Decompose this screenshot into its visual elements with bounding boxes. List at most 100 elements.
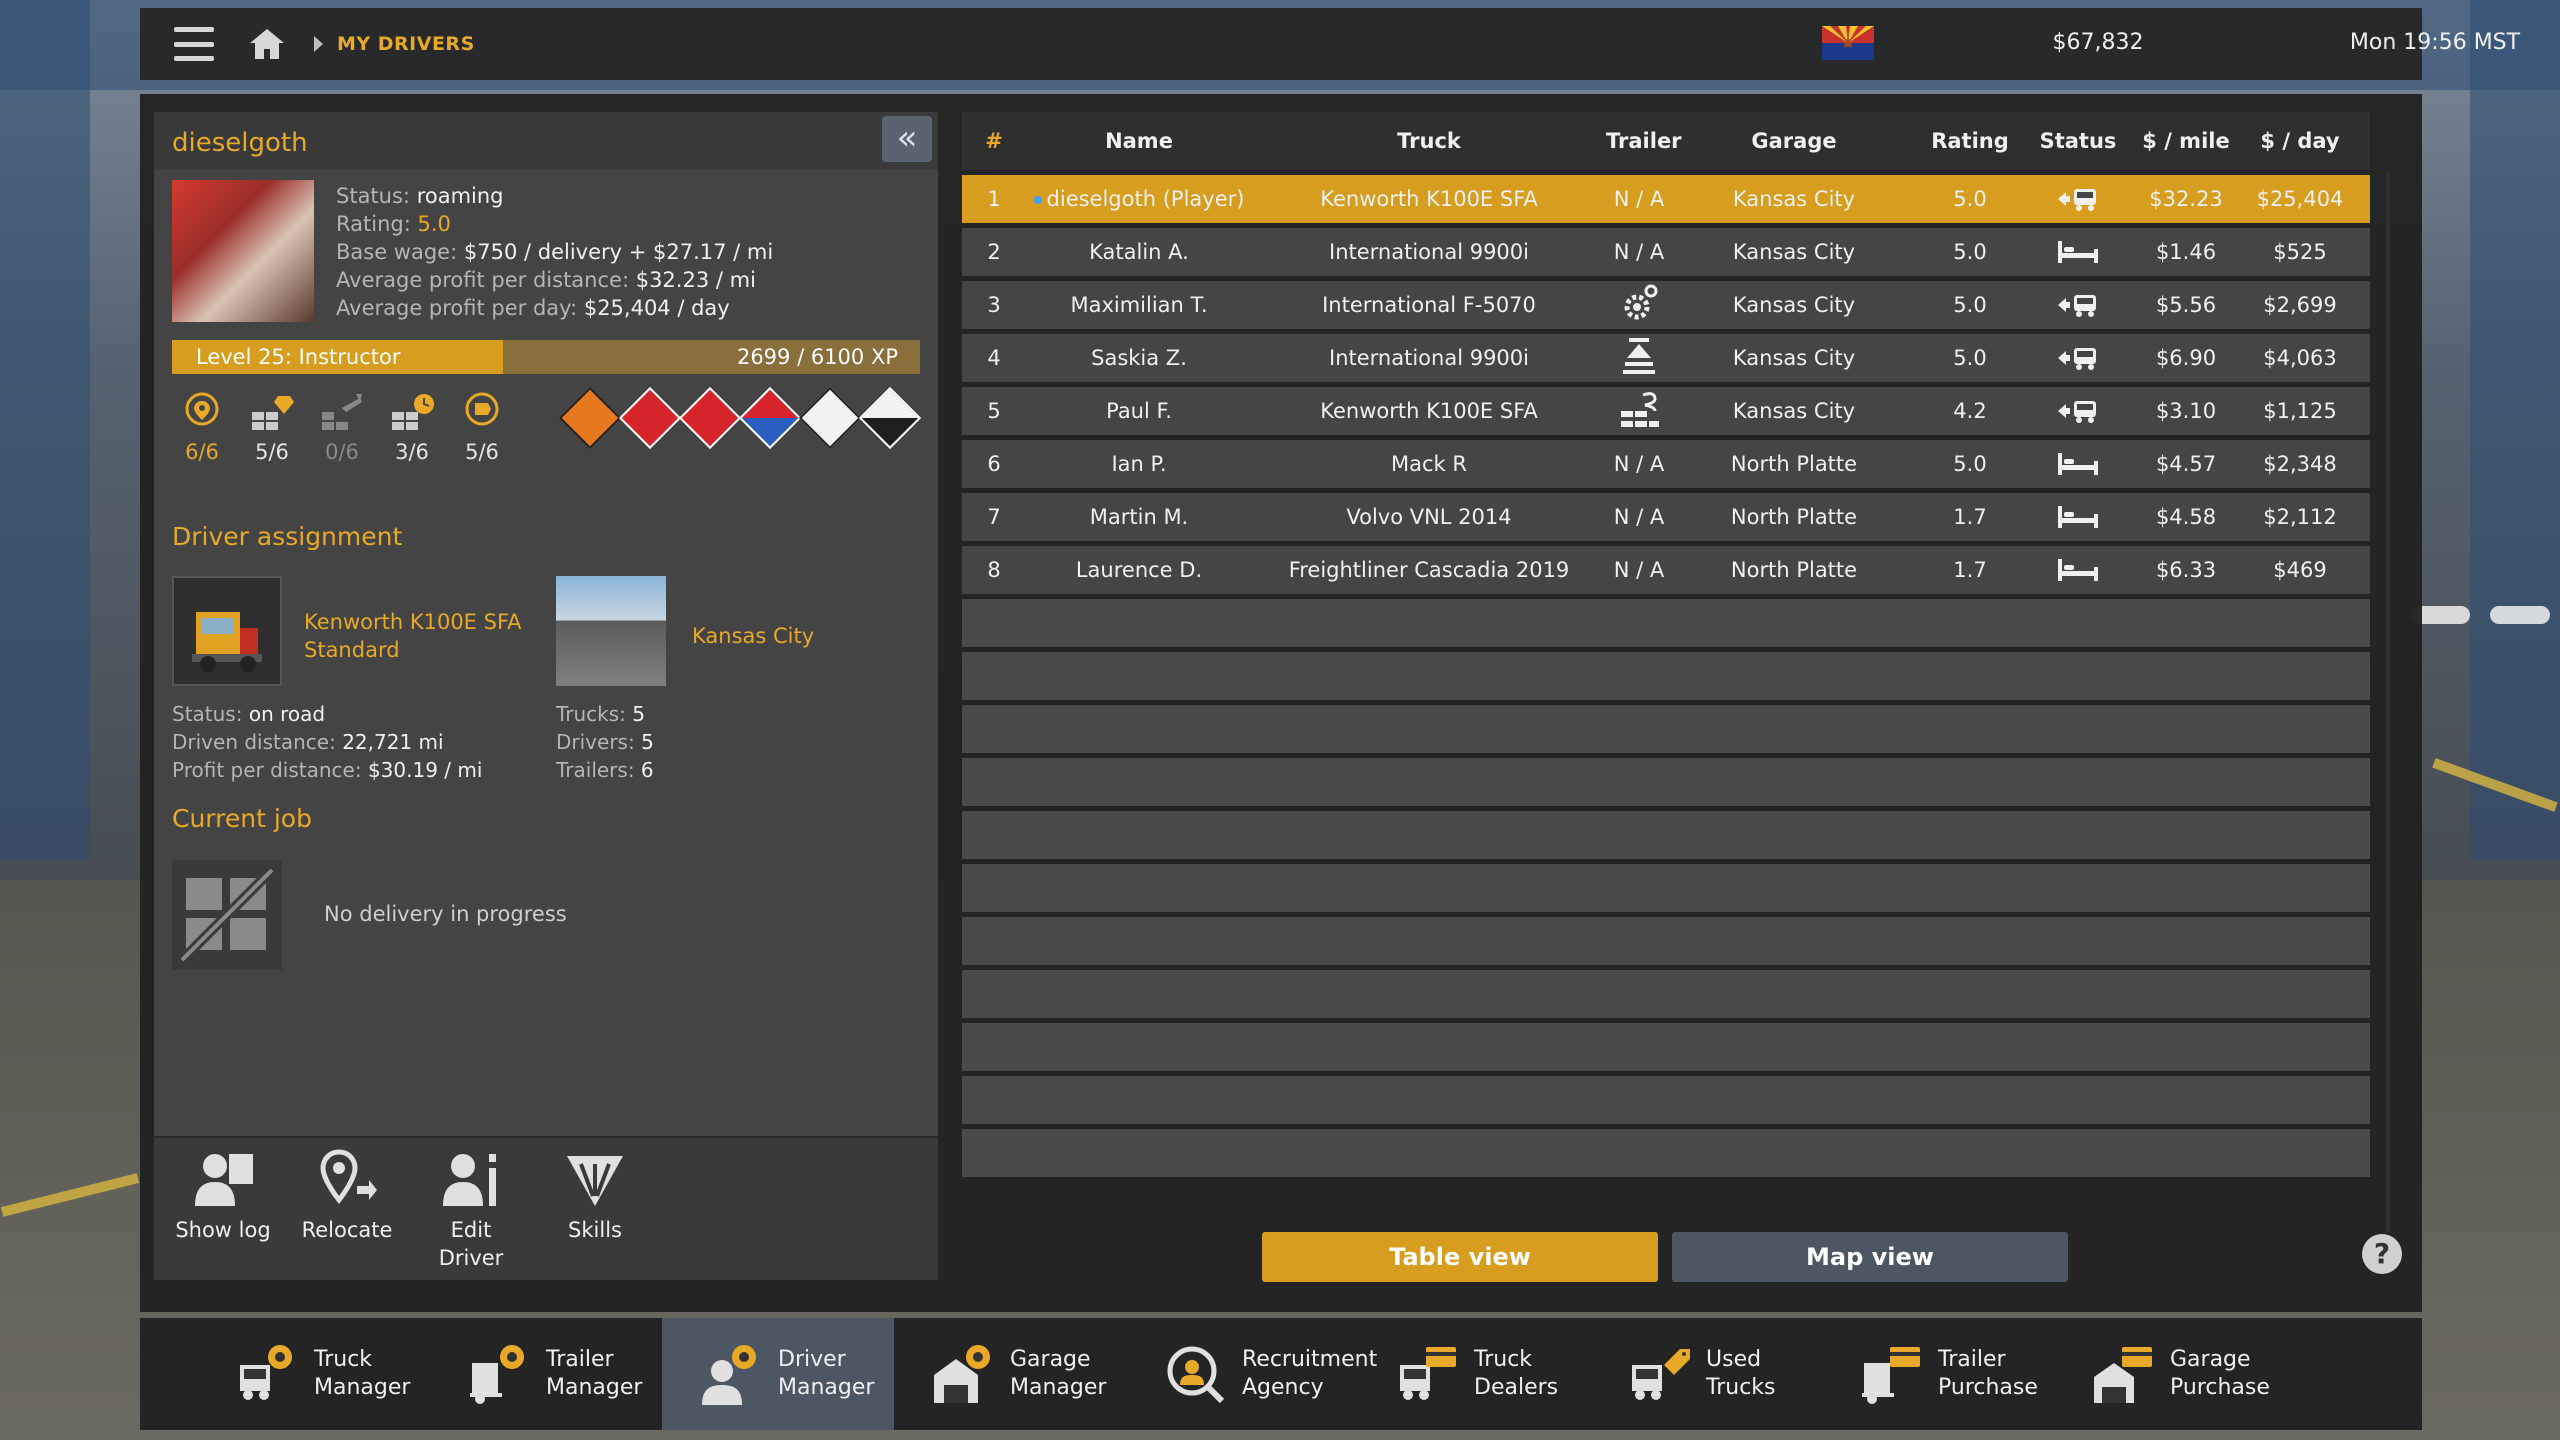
cell-truck: International 9900i: [1329, 346, 1529, 370]
table-row[interactable]: 7 Martin M. Volvo VNL 2014 N / A North Platt…: [962, 493, 2370, 541]
cell-garage: North Platte: [1730, 558, 1858, 582]
col-truck[interactable]: Truck: [1252, 129, 1606, 153]
cell-status: [2024, 451, 2132, 477]
cell-per-day: $525: [2273, 240, 2327, 264]
driving-status-icon: [2056, 292, 2100, 318]
nav-truck-dealers[interactable]: Truck Dealers: [1358, 1318, 1590, 1430]
col-garage[interactable]: Garage: [1672, 129, 1916, 153]
table-row[interactable]: 2 Katalin A. International 9900i N / A Kansa…: [962, 228, 2370, 276]
col-status[interactable]: Status: [2024, 129, 2132, 153]
nav-recruitment-agency[interactable]: Recruitment Agency: [1126, 1318, 1377, 1430]
edit-driver-button[interactable]: Edit Driver: [416, 1148, 526, 1272]
col-per-mile[interactable]: $ / mile: [2132, 129, 2240, 153]
col-name[interactable]: Name: [1026, 129, 1252, 153]
col-per-day[interactable]: $ / day: [2240, 129, 2360, 153]
assigned-garage-thumbnail[interactable]: [556, 576, 666, 686]
menu-icon[interactable]: [174, 27, 214, 61]
money-display: $67,832: [2052, 30, 2144, 55]
nav-trailer-manager[interactable]: Trailer Manager: [430, 1318, 662, 1430]
cell-per-mile: $6.33: [2155, 558, 2217, 582]
cell-truck: Mack R: [1391, 452, 1467, 476]
nav-trailer-purchase[interactable]: Trailer Purchase: [1822, 1318, 2054, 1430]
table-scrollbar[interactable]: [2386, 172, 2390, 1232]
table-row[interactable]: 1 dieselgoth (Player) Kenworth K100E SFA N …: [962, 175, 2370, 223]
assigned-truck-line2: Standard: [304, 638, 400, 662]
nav-driver-manager[interactable]: Driver Manager: [662, 1318, 894, 1430]
garage-trucks-value: 5: [632, 702, 646, 726]
empty-row: [962, 599, 2370, 647]
cell-status: [2024, 504, 2132, 530]
toxic-icon: [798, 386, 862, 450]
cell-garage: Kansas City: [1732, 240, 1856, 264]
cell-trailer: N / A: [1613, 187, 1665, 211]
collapse-panel-button[interactable]: «: [882, 116, 932, 162]
no-delivery-icon: [172, 860, 282, 970]
empty-row: [962, 1076, 2370, 1124]
driver-header: dieselgoth «: [154, 112, 938, 170]
drivers-table: # Name Truck Trailer Garage Rating Statu…: [962, 112, 2370, 1177]
nav-label-line1: Trailer: [546, 1347, 614, 1372]
table-row[interactable]: 4 Saskia Z. International 9900i Kansas City…: [962, 334, 2370, 382]
skills-label: Skills: [568, 1218, 622, 1242]
assigned-garage-name[interactable]: Kansas City: [692, 622, 814, 650]
table-header: # Name Truck Trailer Garage Rating Statu…: [962, 112, 2370, 170]
cell-trailer: N / A: [1613, 505, 1665, 529]
table-row[interactable]: 5 Paul F. Kenworth K100E SFA Kansas City 4.2…: [962, 387, 2370, 435]
player-dot-icon: [1033, 196, 1042, 204]
cell-rating: 5.0: [1953, 452, 1987, 476]
skill-just-in-time[interactable]: 5/6: [452, 392, 512, 464]
show-log-icon: [191, 1148, 255, 1210]
skills-button[interactable]: Skills: [540, 1148, 650, 1244]
truck-status-label: Status:: [172, 702, 243, 726]
cell-status: [2024, 398, 2132, 424]
assigned-truck-thumbnail[interactable]: [172, 576, 282, 686]
nav-garage-purchase[interactable]: Garage Purchase: [2054, 1318, 2286, 1430]
home-icon[interactable]: [248, 27, 286, 61]
empty-row: [962, 811, 2370, 859]
map-view-button[interactable]: Map view: [1672, 1232, 2068, 1282]
driver-name: dieselgoth: [172, 128, 308, 158]
edit-driver-icon: [439, 1148, 503, 1210]
avg-profit-day-label: Average profit per day:: [336, 296, 578, 320]
col-number[interactable]: #: [962, 129, 1026, 153]
skill-long-distance[interactable]: 5/6: [242, 392, 302, 464]
truck-manager-icon: [234, 1341, 300, 1407]
show-log-button[interactable]: Show log: [168, 1148, 278, 1244]
table-row[interactable]: 6 Ian P. Mack R N / A North Platte 5.0 $4.57 $2…: [962, 440, 2370, 488]
col-rating[interactable]: Rating: [1916, 129, 2024, 153]
nav-label: Garage Manager: [1010, 1346, 1106, 1402]
driver-name-text: Maximilian T.: [1070, 293, 1208, 317]
skill-adr[interactable]: 6/6: [172, 392, 232, 464]
relocate-button[interactable]: Relocate: [292, 1148, 402, 1244]
driver-name-text: Ian P.: [1111, 452, 1167, 476]
skill-fragile[interactable]: 3/6: [382, 392, 442, 464]
cell-garage: Kansas City: [1732, 293, 1856, 317]
relocate-label: Relocate: [301, 1218, 393, 1242]
profit-per-distance-label: Profit per distance:: [172, 758, 362, 782]
garage-trailers-label: Trailers:: [556, 758, 635, 782]
table-view-button[interactable]: Table view: [1262, 1232, 1658, 1282]
current-job-title: Current job: [172, 804, 312, 833]
table-row[interactable]: 3 Maximilian T. International F-5070 Kansas…: [962, 281, 2370, 329]
nav-truck-manager[interactable]: Truck Manager: [198, 1318, 430, 1430]
flammable-liquid-icon: [678, 386, 742, 450]
breadcrumb[interactable]: MY DRIVERS: [337, 33, 475, 55]
nav-garage-manager[interactable]: Garage Manager: [894, 1318, 1126, 1430]
nav-label: Truck Manager: [314, 1346, 410, 1402]
nav-used-trucks[interactable]: Used Trucks: [1590, 1318, 1822, 1430]
garage-drivers-value: 5: [641, 730, 654, 754]
help-button[interactable]: ?: [2362, 1234, 2402, 1274]
driver-name-text: Katalin A.: [1089, 240, 1189, 264]
assigned-truck-name[interactable]: Kenworth K100E SFA Standard: [304, 608, 521, 664]
skill-high-value[interactable]: 0/6: [312, 392, 372, 464]
nav-label-line1: Driver: [778, 1347, 846, 1372]
nav-label-line2: Manager: [1010, 1375, 1107, 1400]
rating-label: Rating:: [336, 212, 411, 236]
col-trailer[interactable]: Trailer: [1606, 129, 1682, 153]
explosives-icon: [558, 386, 622, 450]
edit-driver-label: Edit Driver: [438, 1218, 504, 1270]
table-row[interactable]: 8 Laurence D. Freightliner Cascadia 2019 N …: [962, 546, 2370, 594]
truck-status-value: on road: [248, 702, 326, 726]
nav-label: Trailer Purchase: [1938, 1346, 2038, 1402]
top-bar: MY DRIVERS $67,832 Mon 19:56 MST: [140, 8, 2520, 80]
